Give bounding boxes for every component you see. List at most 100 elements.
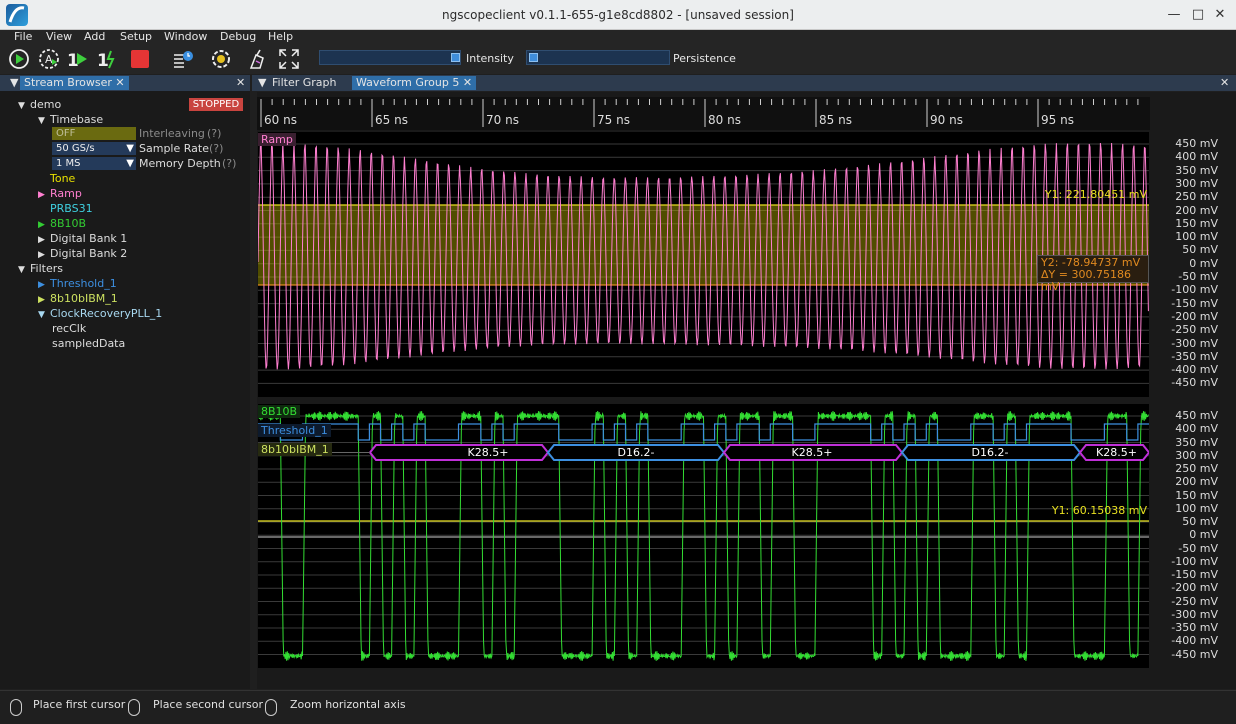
ramp-waveform: [258, 142, 1149, 384]
ramp-y-tick-label: 400 mV: [1175, 150, 1218, 164]
tree-item-ramp[interactable]: ▶ Ramp: [38, 186, 82, 201]
close-panel-icon[interactable]: ✕: [1216, 76, 1233, 90]
tree-item-digital-bank-1[interactable]: ▶ Digital Bank 1: [38, 231, 127, 246]
clear-sweeps-icon[interactable]: [246, 48, 268, 70]
maximize-icon[interactable]: □: [1190, 7, 1206, 23]
status-bar: Place first cursor Place second cursor Z…: [0, 690, 1236, 724]
intensity-slider-knob[interactable]: [451, 53, 460, 62]
symbol-label: D16.2-: [617, 446, 655, 459]
tree-item-recclk[interactable]: recClk: [52, 321, 86, 336]
interleaving-label: Interleaving: [139, 127, 205, 140]
time-axis[interactable]: 60 ns 65 ns 70 ns 75 ns 80 ns 85 ns 90 n…: [257, 97, 1150, 130]
expand-icon[interactable]: ▼: [18, 263, 30, 278]
stop-icon[interactable]: [131, 50, 149, 68]
cursor1-readout: Y1: 60.15038 mV: [1051, 504, 1147, 517]
trigger-force-icon[interactable]: 1: [96, 48, 118, 70]
tree-item-sampleddata[interactable]: sampledData: [52, 336, 125, 351]
waveform-tabbar: ▼ Filter Graph Waveform Group 5 ✕ ✕: [252, 75, 1236, 91]
sample-rate-select[interactable]: 50 GS/s ▼: [52, 142, 136, 155]
expand-icon[interactable]: ▶: [38, 188, 50, 203]
time-tick-label: 85 ns: [819, 113, 852, 127]
expand-icon[interactable]: ▼: [38, 308, 50, 323]
minimize-icon[interactable]: —: [1166, 7, 1182, 23]
interleaving-toggle[interactable]: OFF: [52, 127, 136, 140]
symbol-label: K28.5+: [1096, 446, 1137, 459]
ramp-y-tick-label: -300 mV: [1171, 336, 1218, 350]
tree-item-8b10b[interactable]: ▶ 8B10B: [38, 216, 86, 231]
close-window-icon[interactable]: ✕: [1212, 7, 1228, 23]
filters-label: Filters: [30, 262, 63, 275]
digital-plot[interactable]: 8B10B Threshold_1 8b10bIBM_1 Y1: 60.1503…: [258, 404, 1149, 668]
channel-label-8b10bibm[interactable]: 8b10bIBM_1: [258, 443, 332, 456]
tab-waveform-group-label: Waveform Group 5: [356, 76, 460, 89]
menu-window[interactable]: Window: [164, 30, 207, 43]
tree-item-tone[interactable]: Tone: [50, 171, 75, 186]
history-icon[interactable]: [172, 48, 194, 70]
tree-item-digital-bank-2[interactable]: ▶ Digital Bank 2: [38, 246, 127, 261]
ramp-y-tick-label: -450 mV: [1171, 376, 1218, 390]
intensity-label: Intensity: [466, 52, 514, 65]
help-marker[interactable]: (?): [207, 126, 221, 141]
ramp-y-tick-label: -150 mV: [1171, 296, 1218, 310]
ramp-y-tick-label: -250 mV: [1171, 323, 1218, 337]
close-tab-icon[interactable]: ✕: [463, 76, 472, 89]
symbol-label: D16.2-: [971, 446, 1009, 459]
cursor2-readout-box: Y2: -78.94737 mV ΔY = 300.75186 mV: [1037, 255, 1149, 293]
menu-file[interactable]: File: [14, 30, 32, 43]
persistence-slider-knob[interactable]: [529, 53, 538, 62]
digital-bank-1-label: Digital Bank 1: [50, 232, 128, 245]
digital-bank-2-label: Digital Bank 2: [50, 247, 128, 260]
menu-add[interactable]: Add: [84, 30, 105, 43]
intensity-slider[interactable]: [319, 50, 461, 65]
channel-label-threshold[interactable]: Threshold_1: [258, 424, 331, 437]
digital-y-tick-label: -150 mV: [1171, 568, 1218, 581]
expand-icon[interactable]: ▼: [18, 99, 30, 114]
digital-y-tick-label: 450 mV: [1175, 409, 1218, 422]
status-badge: STOPPED: [189, 98, 243, 111]
close-panel-icon[interactable]: ✕: [232, 76, 249, 90]
tree-item-timebase[interactable]: ▼ Timebase: [38, 112, 103, 127]
digital-y-tick-label: 50 mV: [1182, 515, 1218, 528]
mouse-right-icon: [128, 699, 140, 716]
memory-depth-select[interactable]: 1 MS ▼: [52, 157, 136, 170]
close-tab-icon[interactable]: ✕: [115, 76, 124, 89]
digital-y-tick-label: 150 mV: [1175, 488, 1218, 502]
tab-stream-browser[interactable]: Stream Browser ✕: [20, 76, 129, 90]
tab-waveform-group[interactable]: Waveform Group 5 ✕: [352, 76, 477, 90]
digital-y-tick-label: -450 mV: [1171, 647, 1218, 661]
help-marker[interactable]: (?): [209, 141, 223, 156]
tree-item-filters[interactable]: ▼ Filters: [18, 261, 63, 276]
settings-gear-icon[interactable]: [210, 48, 232, 70]
trigger-auto-icon[interactable]: A: [38, 48, 60, 70]
ramp-y-tick-label: 250 mV: [1175, 190, 1218, 204]
channel-label-8b10b[interactable]: 8B10B: [258, 405, 301, 418]
tab-filter-graph[interactable]: Filter Graph: [268, 76, 340, 90]
time-tick-label: 70 ns: [486, 113, 519, 127]
tree-item-threshold[interactable]: ▶ Threshold_1: [38, 276, 117, 291]
ramp-y-tick-label: -350 mV: [1171, 349, 1218, 363]
menu-debug[interactable]: Debug: [220, 30, 256, 43]
digital-y-tick-label: 250 mV: [1175, 462, 1218, 475]
fullscreen-icon[interactable]: [278, 48, 300, 70]
tree-item-clock-recovery[interactable]: ▼ ClockRecoveryPLL_1: [38, 306, 162, 321]
tree-item-8b10bibm[interactable]: ▶ 8b10bIBM_1: [38, 291, 118, 306]
channel-label-ramp[interactable]: Ramp: [258, 133, 296, 146]
status-first-cursor: Place first cursor: [33, 698, 126, 711]
tree-item-prbs31[interactable]: PRBS31: [50, 201, 93, 216]
help-marker[interactable]: (?): [222, 156, 236, 171]
trigger-single-icon[interactable]: 1: [66, 48, 88, 70]
expand-icon[interactable]: ▼: [38, 114, 50, 129]
tree-item-demo[interactable]: ▼ demo: [18, 97, 61, 112]
trigger-start-icon[interactable]: [8, 48, 30, 70]
ramp-y-tick-label: 200 mV: [1175, 203, 1218, 217]
menu-bar: File View Add Setup Window Debug Help: [0, 30, 1236, 44]
persistence-slider[interactable]: [526, 50, 670, 65]
8b10bibm-label: 8b10bIBM_1: [50, 292, 118, 305]
menu-setup[interactable]: Setup: [120, 30, 152, 43]
sample-rate-value: 50 GS/s: [56, 143, 95, 154]
menu-help[interactable]: Help: [268, 30, 293, 43]
ramp-y-tick-label: -50 mV: [1178, 270, 1218, 283]
time-tick-label: 60 ns: [264, 113, 297, 127]
ramp-plot[interactable]: Ramp Y1: 221.80451 mV Y2: -78.94737 mV Δ…: [258, 132, 1149, 397]
menu-view[interactable]: View: [46, 30, 72, 43]
